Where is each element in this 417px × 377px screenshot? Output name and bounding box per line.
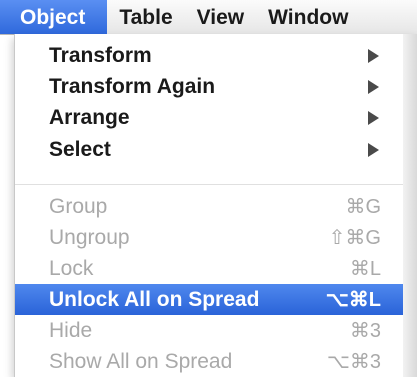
menu-item-shortcut: ⌘L bbox=[349, 258, 381, 280]
menu-item-label: Ungroup bbox=[49, 225, 130, 249]
menu-item-shortcut: ⌘G bbox=[345, 196, 381, 218]
submenu-arrow-icon bbox=[368, 48, 379, 63]
menubar-item-table[interactable]: Table bbox=[107, 0, 184, 34]
menu-item-label: Unlock All on Spread bbox=[49, 287, 260, 311]
menubar-item-view[interactable]: View bbox=[185, 0, 256, 34]
menu-item-shortcut: ⌥⌘3 bbox=[326, 351, 381, 373]
menu-item-label: Group bbox=[49, 194, 108, 218]
menu-item-label: Select bbox=[49, 137, 111, 161]
menu-item-label: Transform bbox=[49, 43, 152, 67]
menu-item-select[interactable]: Select bbox=[15, 134, 403, 165]
menu-item-shortcut: ⇧⌘G bbox=[328, 227, 381, 249]
submenu-arrow-icon bbox=[368, 142, 379, 157]
menu-item-label: Hide bbox=[49, 318, 93, 342]
menubar-item-window[interactable]: Window bbox=[256, 0, 360, 34]
menu-bar: Object Table View Window bbox=[0, 0, 417, 35]
menu-item-hide[interactable]: Hide ⌘3 bbox=[15, 315, 403, 346]
screen: Object Table View Window Transform Trans… bbox=[0, 0, 417, 377]
menu-item-label: Arrange bbox=[49, 105, 130, 129]
menu-item-label: Transform Again bbox=[49, 74, 216, 98]
submenu-arrow-icon bbox=[368, 79, 379, 94]
object-dropdown-menu: Transform Transform Again Arrange Select… bbox=[14, 34, 417, 377]
menu-item-transform-again[interactable]: Transform Again bbox=[15, 71, 403, 102]
window-background-edge bbox=[403, 34, 417, 377]
menu-item-group[interactable]: Group ⌘G bbox=[15, 191, 403, 222]
menu-item-label: Show All on Spread bbox=[49, 349, 233, 373]
menu-item-show-all-on-spread[interactable]: Show All on Spread ⌥⌘3 bbox=[15, 346, 403, 377]
menu-item-unlock-all-on-spread[interactable]: Unlock All on Spread ⌥⌘L bbox=[15, 284, 403, 315]
menu-item-shortcut: ⌥⌘L bbox=[325, 289, 381, 311]
menu-item-arrange[interactable]: Arrange bbox=[15, 102, 403, 133]
menu-item-shortcut: ⌘3 bbox=[349, 320, 381, 342]
menu-item-label: Lock bbox=[49, 256, 94, 280]
menu-item-transform[interactable]: Transform bbox=[15, 40, 403, 71]
menu-item-lock[interactable]: Lock ⌘L bbox=[15, 253, 403, 284]
submenu-arrow-icon bbox=[368, 110, 379, 125]
menu-separator bbox=[15, 184, 403, 185]
menubar-item-object[interactable]: Object bbox=[0, 0, 108, 34]
menu-item-ungroup[interactable]: Ungroup ⇧⌘G bbox=[15, 222, 403, 253]
